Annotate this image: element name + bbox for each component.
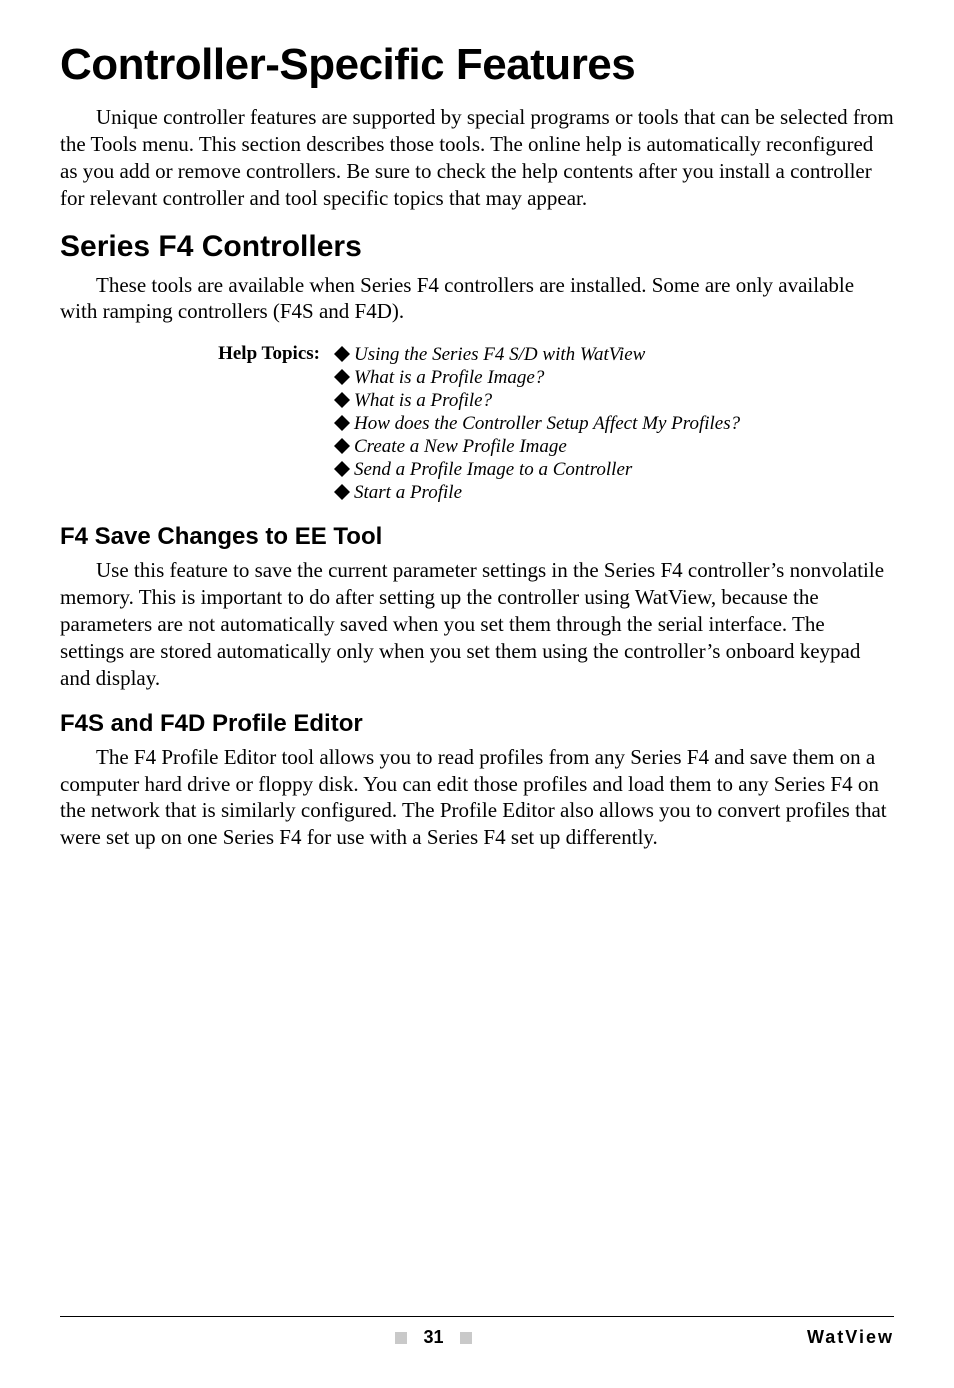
help-topics-list: Using the Series F4 S/D with WatView Wha…	[334, 343, 894, 505]
diamond-bullet-icon	[334, 415, 350, 431]
footer-center: 31	[395, 1327, 471, 1348]
help-topic-item: How does the Controller Setup Affect My …	[334, 413, 894, 435]
page-number: 31	[423, 1327, 443, 1348]
diamond-bullet-icon	[334, 346, 350, 362]
section-heading-profile-editor: F4S and F4D Profile Editor	[60, 710, 894, 738]
section1-paragraph: These tools are available when Series F4…	[60, 272, 894, 326]
square-icon	[395, 1332, 407, 1344]
help-topics-label: Help Topics:	[60, 343, 334, 505]
help-topic-item: Send a Profile Image to a Controller	[334, 459, 894, 481]
diamond-bullet-icon	[334, 461, 350, 477]
help-topic-text: What is a Profile?	[354, 390, 492, 412]
intro-paragraph: Unique controller features are supported…	[60, 104, 894, 212]
footer-divider	[60, 1316, 894, 1317]
document-page: Controller-Specific Features Unique cont…	[0, 0, 954, 1388]
help-topic-item: What is a Profile?	[334, 390, 894, 412]
section-heading-series-f4: Series F4 Controllers	[60, 230, 894, 264]
help-topic-text: What is a Profile Image?	[354, 367, 544, 389]
help-topic-text: How does the Controller Setup Affect My …	[354, 413, 740, 435]
section2-paragraph: Use this feature to save the current par…	[60, 557, 894, 691]
help-topics-block: Help Topics: Using the Series F4 S/D wit…	[60, 343, 894, 505]
page-title: Controller-Specific Features	[60, 40, 894, 90]
section-heading-ee-tool: F4 Save Changes to EE Tool	[60, 523, 894, 551]
footer-row: 31 WatView	[60, 1327, 894, 1348]
section3-paragraph: The F4 Profile Editor tool allows you to…	[60, 744, 894, 852]
square-icon	[460, 1332, 472, 1344]
help-topic-item: Using the Series F4 S/D with WatView	[334, 344, 894, 366]
help-topic-text: Start a Profile	[354, 482, 462, 504]
help-topic-text: Create a New Profile Image	[354, 436, 567, 458]
footer-brand: WatView	[807, 1327, 894, 1348]
diamond-bullet-icon	[334, 438, 350, 454]
help-topic-item: Start a Profile	[334, 482, 894, 504]
page-footer: 31 WatView	[60, 1316, 894, 1348]
diamond-bullet-icon	[334, 369, 350, 385]
help-topic-text: Send a Profile Image to a Controller	[354, 459, 632, 481]
help-topic-text: Using the Series F4 S/D with WatView	[354, 344, 645, 366]
diamond-bullet-icon	[334, 484, 350, 500]
help-topic-item: Create a New Profile Image	[334, 436, 894, 458]
diamond-bullet-icon	[334, 392, 350, 408]
help-topic-item: What is a Profile Image?	[334, 367, 894, 389]
